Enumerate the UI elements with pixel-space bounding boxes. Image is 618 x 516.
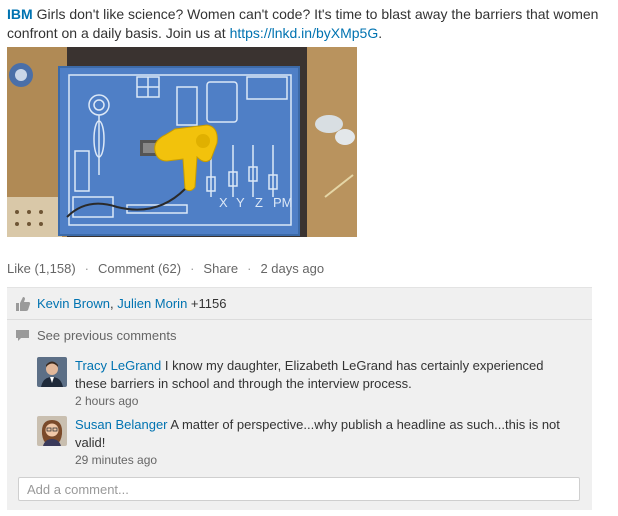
- commenter-name[interactable]: Tracy LeGrand: [75, 358, 161, 373]
- more-likes-count[interactable]: +1156: [187, 296, 227, 311]
- liker-link[interactable]: Julien Morin: [117, 296, 187, 311]
- post-author[interactable]: IBM: [7, 6, 33, 22]
- comment-body: Susan Belanger A matter of perspective..…: [75, 416, 575, 468]
- thumbs-up-icon: [15, 296, 31, 312]
- avatar[interactable]: [37, 416, 67, 446]
- add-comment-input[interactable]: [18, 477, 580, 501]
- comment-text: Tracy LeGrand I know my daughter, Elizab…: [75, 357, 575, 393]
- likers: Kevin Brown, Julien Morin +1156: [37, 296, 226, 311]
- like-button[interactable]: Like (1,158): [7, 261, 76, 276]
- board-label-y: Y: [236, 195, 245, 210]
- post-image-illustration: X Y Z PM: [7, 47, 357, 237]
- post-timestamp: 2 days ago: [260, 261, 325, 276]
- post-link[interactable]: https://lnkd.in/byXMp5G: [230, 25, 379, 41]
- post-body-end: .: [378, 25, 383, 41]
- separator-dot: ·: [247, 261, 252, 276]
- post-text: IBM Girls don't like science? Women can't…: [7, 5, 611, 43]
- speech-bubble-icon: [15, 329, 30, 342]
- comment-timestamp: 29 minutes ago: [75, 453, 158, 467]
- avatar[interactable]: [37, 357, 67, 387]
- post-image[interactable]: X Y Z PM: [7, 47, 357, 237]
- social-panel: Kevin Brown, Julien Morin +1156 See prev…: [7, 287, 592, 510]
- comment-button[interactable]: Comment (62): [98, 261, 181, 276]
- board-label-z: Z: [255, 195, 263, 210]
- board-label-pm: PM: [273, 195, 293, 210]
- liker-link[interactable]: Kevin Brown: [37, 296, 110, 311]
- board-label-x: X: [219, 195, 228, 210]
- comment-body: Tracy LeGrand I know my daughter, Elizab…: [75, 357, 575, 409]
- separator-dot: ·: [84, 261, 89, 276]
- divider: [7, 319, 592, 320]
- share-button[interactable]: Share: [203, 261, 238, 276]
- comment-timestamp: 2 hours ago: [75, 394, 139, 408]
- commenter-name[interactable]: Susan Belanger: [75, 417, 168, 432]
- separator-dot: ·: [190, 261, 195, 276]
- comment-text: Susan Belanger A matter of perspective..…: [75, 416, 575, 452]
- see-previous-label: See previous comments: [37, 328, 177, 343]
- post-actions: Like (1,158) · Comment (62) · Share · 2 days a…: [7, 261, 324, 276]
